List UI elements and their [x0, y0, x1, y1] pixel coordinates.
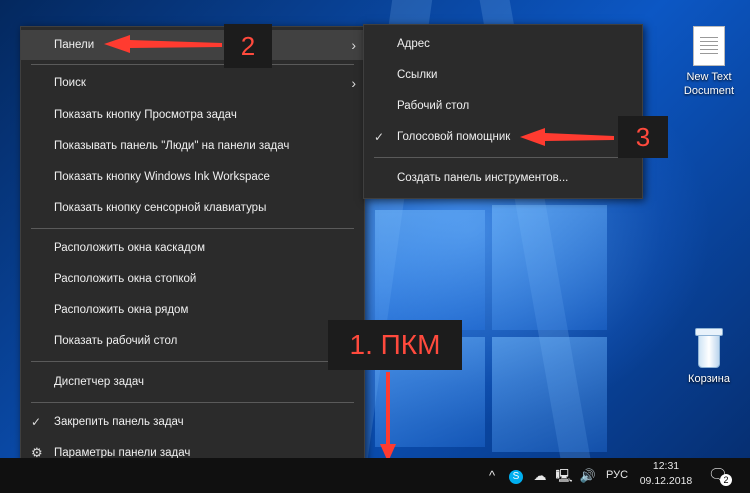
menu-separator: [31, 64, 354, 65]
menu-item-show-touch-keyboard[interactable]: Показать кнопку сенсорной клавиатуры: [21, 193, 364, 223]
menu-item-label: Показать кнопку сенсорной клавиатуры: [54, 202, 267, 214]
cloud-sync-icon[interactable]: ☁: [530, 458, 550, 493]
volume-icon[interactable]: 🔊: [578, 458, 598, 493]
menu-item-label: Создать панель инструментов...: [397, 172, 569, 184]
windows-logo-pane: [375, 210, 485, 330]
menu-item-label: Рабочий стол: [397, 100, 470, 112]
checkmark-icon: ✓: [31, 415, 42, 429]
menu-item-label: Голосовой помощник: [397, 131, 511, 143]
submenu-item-desktop[interactable]: Рабочий стол: [364, 91, 642, 121]
menu-item-show-people[interactable]: Показывать панель "Люди" на панели задач: [21, 131, 364, 161]
network-icon[interactable]: 🖳: [554, 458, 574, 493]
menu-separator: [374, 157, 632, 158]
submenu-item-address[interactable]: Адрес: [364, 29, 642, 59]
chevron-right-icon: ›: [351, 37, 356, 53]
chevron-up-icon[interactable]: ^: [484, 458, 500, 493]
menu-item-show-desktop[interactable]: Показать рабочий стол: [21, 326, 364, 356]
clock-date: 09.12.2018: [639, 475, 693, 487]
windows-logo-pane: [492, 205, 607, 330]
menu-item-search[interactable]: Поиск ›: [21, 68, 364, 98]
menu-item-lock-taskbar[interactable]: ✓ Закрепить панель задач: [21, 407, 364, 437]
menu-item-label: Расположить окна рядом: [54, 304, 189, 316]
submenu-item-voice-assistant[interactable]: ✓ Голосовой помощник: [364, 122, 642, 152]
windows-logo-pane: [492, 337, 607, 452]
annotation-label-step-2: 2: [224, 24, 272, 68]
desktop-icon-text-document[interactable]: New Text Document: [674, 26, 744, 98]
desktop-icon-label: New Text Document: [683, 71, 735, 97]
menu-separator: [31, 228, 354, 229]
menu-item-label: Показывать панель "Люди" на панели задач: [54, 140, 290, 152]
submenu-item-new-toolbar[interactable]: Создать панель инструментов...: [364, 163, 642, 193]
menu-separator: [31, 402, 354, 403]
annotation-label-step-3: 3: [618, 116, 668, 158]
chevron-right-icon: ›: [351, 75, 356, 91]
skype-icon[interactable]: S: [506, 458, 526, 493]
menu-separator: [31, 361, 354, 362]
menu-item-label: Расположить окна каскадом: [54, 242, 205, 254]
menu-item-label: Ссылки: [397, 69, 438, 81]
menu-item-show-task-view[interactable]: Показать кнопку Просмотра задач: [21, 100, 364, 130]
menu-item-stack[interactable]: Расположить окна стопкой: [21, 264, 364, 294]
menu-item-label: Поиск: [54, 77, 86, 89]
menu-item-cascade[interactable]: Расположить окна каскадом: [21, 233, 364, 263]
menu-item-task-manager[interactable]: Диспетчер задач: [21, 367, 364, 397]
menu-item-label: Расположить окна стопкой: [54, 273, 197, 285]
taskbar-context-menu: Панели › Поиск › Показать кнопку Просмот…: [20, 26, 365, 464]
annotation-label-step-1: 1. ПКМ: [328, 320, 462, 370]
menu-item-label: Показать кнопку Windows Ink Workspace: [54, 171, 270, 183]
desktop-icon-label: Корзина: [688, 373, 730, 385]
clock-time: 12:31: [652, 460, 680, 472]
menu-item-label: Адрес: [397, 38, 430, 50]
menu-item-side-by-side[interactable]: Расположить окна рядом: [21, 295, 364, 325]
recycle-bin-icon: [694, 328, 724, 368]
menu-item-label: Показать рабочий стол: [54, 335, 178, 347]
menu-item-label: Панели: [54, 39, 95, 51]
submenu-item-links[interactable]: Ссылки: [364, 60, 642, 90]
menu-item-show-ink-workspace[interactable]: Показать кнопку Windows Ink Workspace: [21, 162, 364, 192]
menu-item-panels[interactable]: Панели ›: [21, 30, 364, 60]
notification-count-badge: 2: [720, 474, 732, 486]
menu-item-label: Закрепить панель задач: [54, 416, 184, 428]
menu-item-label: Показать кнопку Просмотра задач: [54, 109, 237, 121]
taskbar-clock[interactable]: 12:31 09.12.2018: [638, 459, 694, 489]
menu-item-label: Диспетчер задач: [54, 376, 144, 388]
language-indicator[interactable]: РУС: [601, 458, 633, 493]
checkmark-icon: ✓: [374, 130, 385, 144]
toolbars-submenu: Адрес Ссылки Рабочий стол ✓ Голосовой по…: [363, 24, 643, 199]
desktop-icon-recycle-bin[interactable]: Корзина: [674, 328, 744, 386]
text-document-icon: [693, 26, 725, 66]
